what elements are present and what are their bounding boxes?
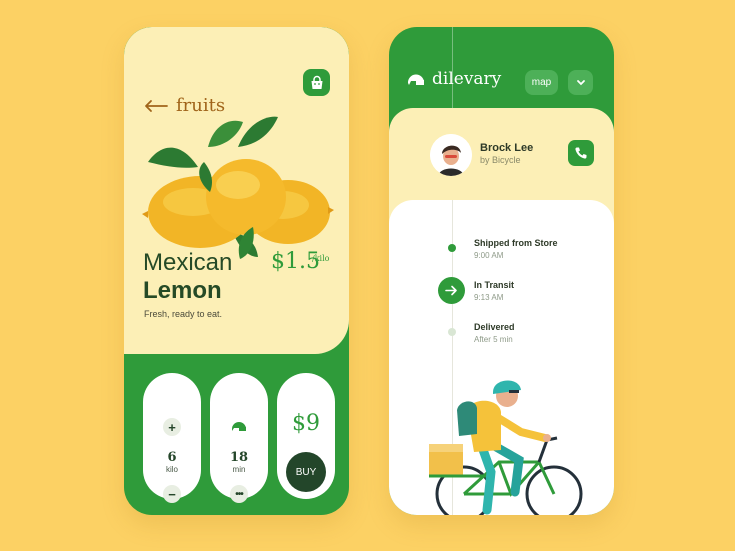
total-price: $9 bbox=[292, 411, 320, 436]
cart-button[interactable] bbox=[303, 69, 330, 96]
product-card: fruits Mexican Lemon $1.5 /kilo Fresh, r… bbox=[124, 27, 349, 354]
step-done-dot bbox=[448, 244, 456, 252]
avatar bbox=[430, 134, 472, 176]
menu-button[interactable] bbox=[568, 70, 593, 95]
delivery-screen: dilevary map Brock Lee by Bicycle Shippe… bbox=[389, 27, 614, 515]
product-name-line2: Lemon bbox=[143, 277, 222, 304]
price-unit: /kilo bbox=[312, 254, 330, 263]
quantity-unit: kilo bbox=[165, 465, 178, 474]
courier-method: by Bicycle bbox=[480, 155, 521, 165]
brand: dilevary bbox=[406, 69, 501, 89]
step-time: After 5 min bbox=[474, 335, 513, 344]
quantity-value: 6 bbox=[167, 450, 177, 465]
courier-name: Brock Lee bbox=[480, 142, 534, 154]
chevron-down-icon bbox=[576, 79, 585, 85]
checkout-card: $9 BUY bbox=[277, 373, 335, 499]
step-time: 9:13 AM bbox=[474, 293, 504, 302]
plus-icon[interactable]: + bbox=[163, 418, 181, 436]
step-title: Shipped from Store bbox=[474, 238, 558, 248]
brand-logo-icon bbox=[407, 74, 424, 85]
call-button[interactable] bbox=[568, 140, 594, 166]
step-title: In Transit bbox=[474, 280, 515, 290]
buy-button[interactable]: BUY bbox=[286, 452, 326, 492]
step-current-indicator bbox=[438, 277, 465, 304]
product-screen: fruits Mexican Lemon $1.5 /kilo Fresh, r… bbox=[124, 27, 349, 515]
phone-icon bbox=[575, 147, 587, 159]
shopping-bag-icon bbox=[311, 75, 322, 89]
brand-name: dilevary bbox=[432, 69, 502, 89]
step-pending-dot bbox=[448, 328, 456, 336]
product-tagline: Fresh, ready to eat. bbox=[144, 309, 223, 319]
step-time: 9:00 AM bbox=[474, 251, 504, 260]
step-title: Delivered bbox=[474, 322, 515, 332]
map-button[interactable]: map bbox=[525, 70, 558, 95]
delivery-unit: min bbox=[232, 465, 246, 474]
helmet-icon bbox=[232, 422, 246, 431]
quantity-stepper: + 6 kilo − bbox=[143, 373, 201, 503]
delivery-minutes: 18 bbox=[229, 450, 249, 465]
delivery-time-card: 18 min ••• bbox=[210, 373, 268, 503]
product-name-line1: Mexican bbox=[143, 249, 233, 276]
lemons-illustration bbox=[142, 116, 334, 259]
courier-bicycle-illustration bbox=[429, 380, 583, 515]
minus-icon[interactable]: − bbox=[163, 485, 181, 503]
more-icon[interactable]: ••• bbox=[230, 485, 248, 503]
arrow-right-icon bbox=[445, 285, 457, 296]
